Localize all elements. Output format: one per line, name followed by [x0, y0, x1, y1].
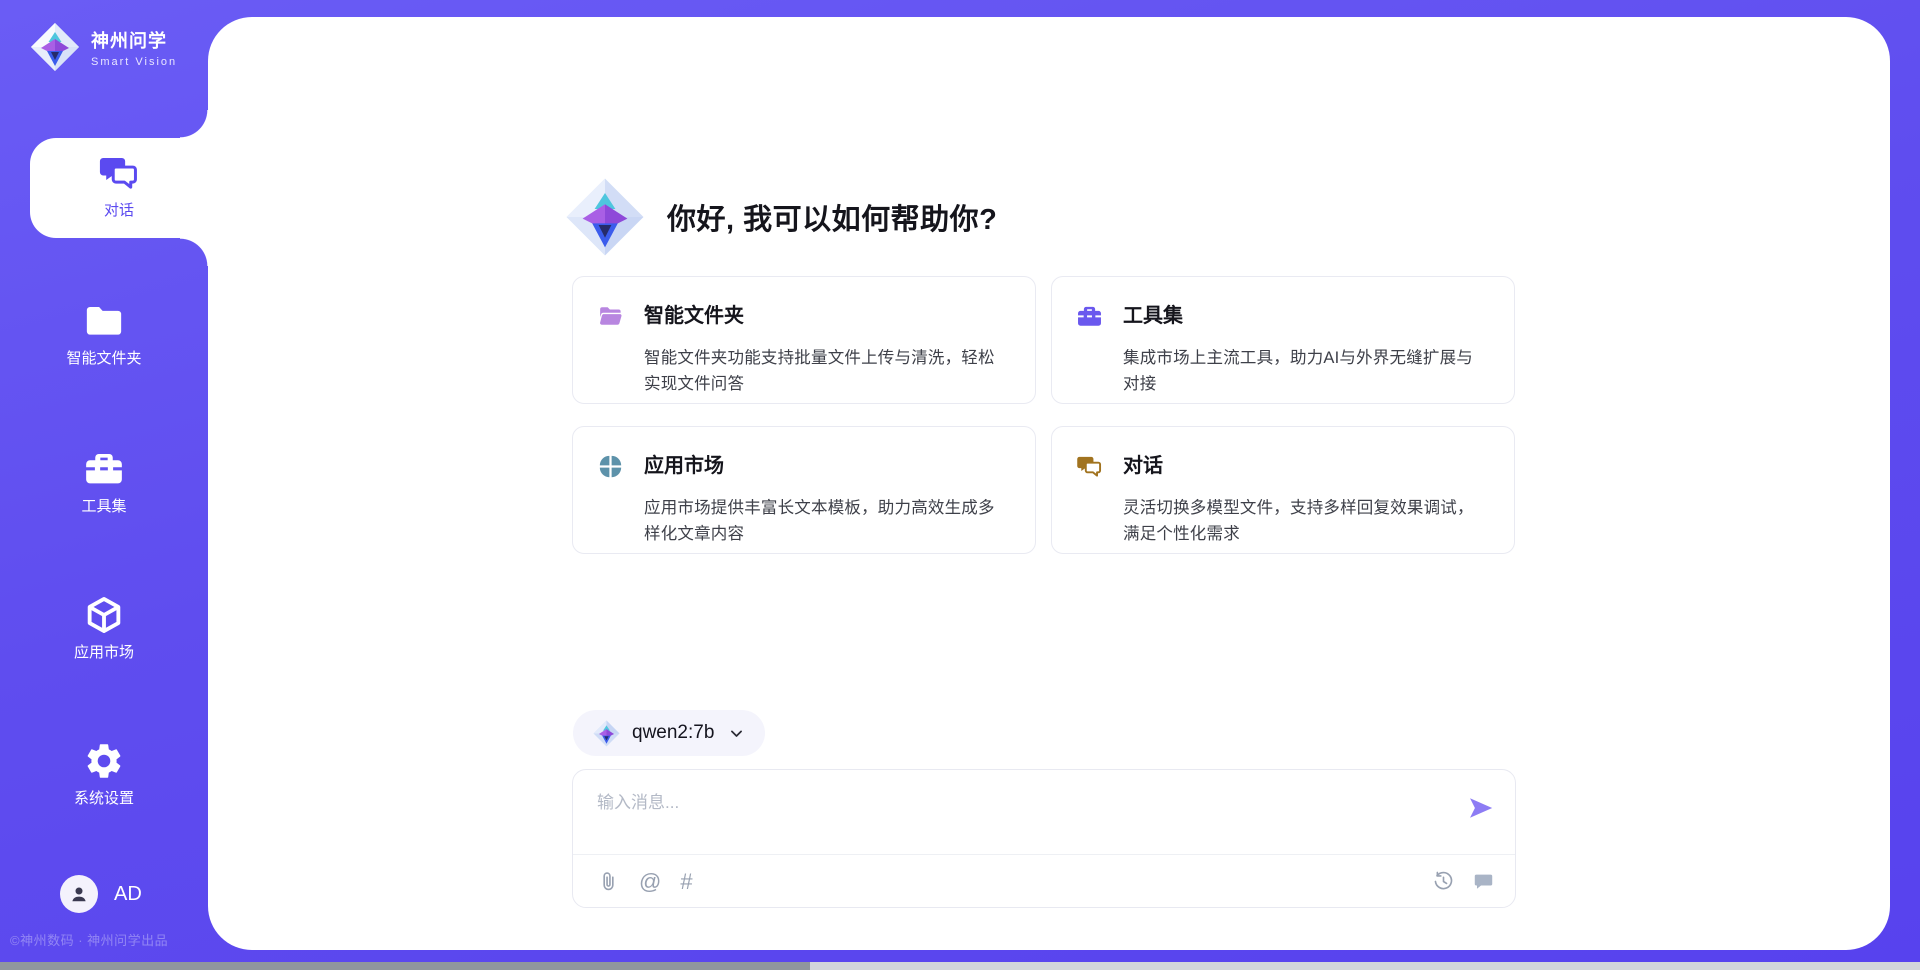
model-gem-icon [593, 720, 620, 747]
chat-bubbles-icon [98, 152, 140, 194]
card-title: 工具集 [1123, 301, 1488, 337]
paperclip-icon [597, 870, 620, 893]
greeting-title: 你好, 我可以如何帮助你? [667, 196, 997, 238]
folder-icon [83, 300, 125, 342]
send-button[interactable] [1467, 794, 1495, 822]
copyright-text: ©神州数码 · 神州问学出品 [10, 930, 168, 949]
card-desc: 智能文件夹功能支持批量文件上传与清洗，轻松实现文件问答 [644, 345, 1009, 403]
card-app-market[interactable]: 应用市场 应用市场提供丰富长文本模板，助力高效生成多样化文章内容 [572, 426, 1036, 554]
sidebar-item-smart-folder[interactable]: 智能文件夹 [0, 300, 208, 368]
sidebar-item-label: 对话 [30, 199, 208, 220]
card-desc: 集成市场上主流工具，助力AI与外界无缝扩展与对接 [1123, 345, 1488, 403]
feedback-button[interactable] [1472, 870, 1495, 893]
card-smart-folder[interactable]: 智能文件夹 智能文件夹功能支持批量文件上传与清洗，轻松实现文件问答 [572, 276, 1036, 404]
composer-toolbar: @ # [597, 855, 1495, 908]
brand-subtitle: Smart Vision [91, 56, 177, 68]
attach-file-button[interactable] [597, 870, 620, 893]
composer-right-tools [1432, 870, 1495, 893]
cube-icon [83, 594, 125, 636]
gear-icon [83, 740, 125, 782]
sidebar-item-label: 应用市场 [0, 641, 208, 662]
sidebar-item-settings[interactable]: 系统设置 [0, 740, 208, 808]
horizontal-scrollbar-thumb[interactable] [0, 962, 810, 970]
toolbox-icon [83, 448, 125, 490]
send-icon [1467, 794, 1495, 822]
folder-open-icon [597, 303, 624, 330]
history-clock-icon [1432, 870, 1455, 893]
card-title: 对话 [1123, 451, 1488, 487]
brand-gem-icon [30, 22, 80, 72]
main-content: 你好, 我可以如何帮助你? 智能文件夹 智能文件夹功能支持批量文件上传与清洗，轻… [208, 17, 1890, 950]
history-button[interactable] [1432, 870, 1455, 893]
app-market-icon [597, 453, 624, 480]
sidebar-item-label: 智能文件夹 [0, 347, 208, 368]
card-desc: 灵活切换多模型文件，支持多样回复效果调试，满足个性化需求 [1123, 495, 1488, 553]
brand-name: 神州问学 [91, 27, 177, 53]
message-input[interactable] [597, 788, 1447, 844]
chat-bubbles-icon [1076, 453, 1103, 480]
message-composer: @ # [572, 769, 1516, 908]
model-selector-value: qwen2:7b [632, 722, 714, 744]
model-selector[interactable]: qwen2:7b [573, 710, 765, 756]
chevron-down-icon [728, 725, 745, 742]
card-desc: 应用市场提供丰富长文本模板，助力高效生成多样化文章内容 [644, 495, 1009, 553]
sidebar-item-toolbox[interactable]: 工具集 [0, 448, 208, 516]
sidebar-item-label: 系统设置 [0, 787, 208, 808]
avatar [60, 875, 98, 913]
user-name: AD [114, 883, 142, 906]
sidebar-item-label: 工具集 [0, 495, 208, 516]
brand: 神州问学 Smart Vision [30, 22, 177, 72]
card-toolbox[interactable]: 工具集 集成市场上主流工具，助力AI与外界无缝扩展与对接 [1051, 276, 1515, 404]
mention-button[interactable]: @ [639, 871, 661, 893]
sidebar-item-app-market[interactable]: 应用市场 [0, 594, 208, 662]
card-title: 智能文件夹 [644, 301, 1009, 337]
hero: 你好, 我可以如何帮助你? [565, 177, 997, 257]
feature-cards: 智能文件夹 智能文件夹功能支持批量文件上传与清洗，轻松实现文件问答 工具集 集成… [572, 276, 1516, 554]
card-title: 应用市场 [644, 451, 1009, 487]
person-icon [67, 882, 91, 906]
sidebar-item-chat[interactable]: 对话 [30, 138, 208, 238]
topic-button[interactable]: # [680, 871, 692, 893]
user-profile[interactable]: AD [60, 875, 142, 913]
hash-icon: # [680, 871, 692, 893]
card-chat[interactable]: 对话 灵活切换多模型文件，支持多样回复效果调试，满足个性化需求 [1051, 426, 1515, 554]
hero-gem-icon [565, 177, 645, 257]
sidebar: 神州问学 Smart Vision 对话 智能文件夹 工具集 应用市场 [0, 0, 208, 952]
horizontal-scrollbar [0, 962, 1920, 970]
chat-bubble-solid-icon [1472, 870, 1495, 893]
mention-icon: @ [639, 871, 661, 893]
toolbox-icon [1076, 303, 1103, 330]
